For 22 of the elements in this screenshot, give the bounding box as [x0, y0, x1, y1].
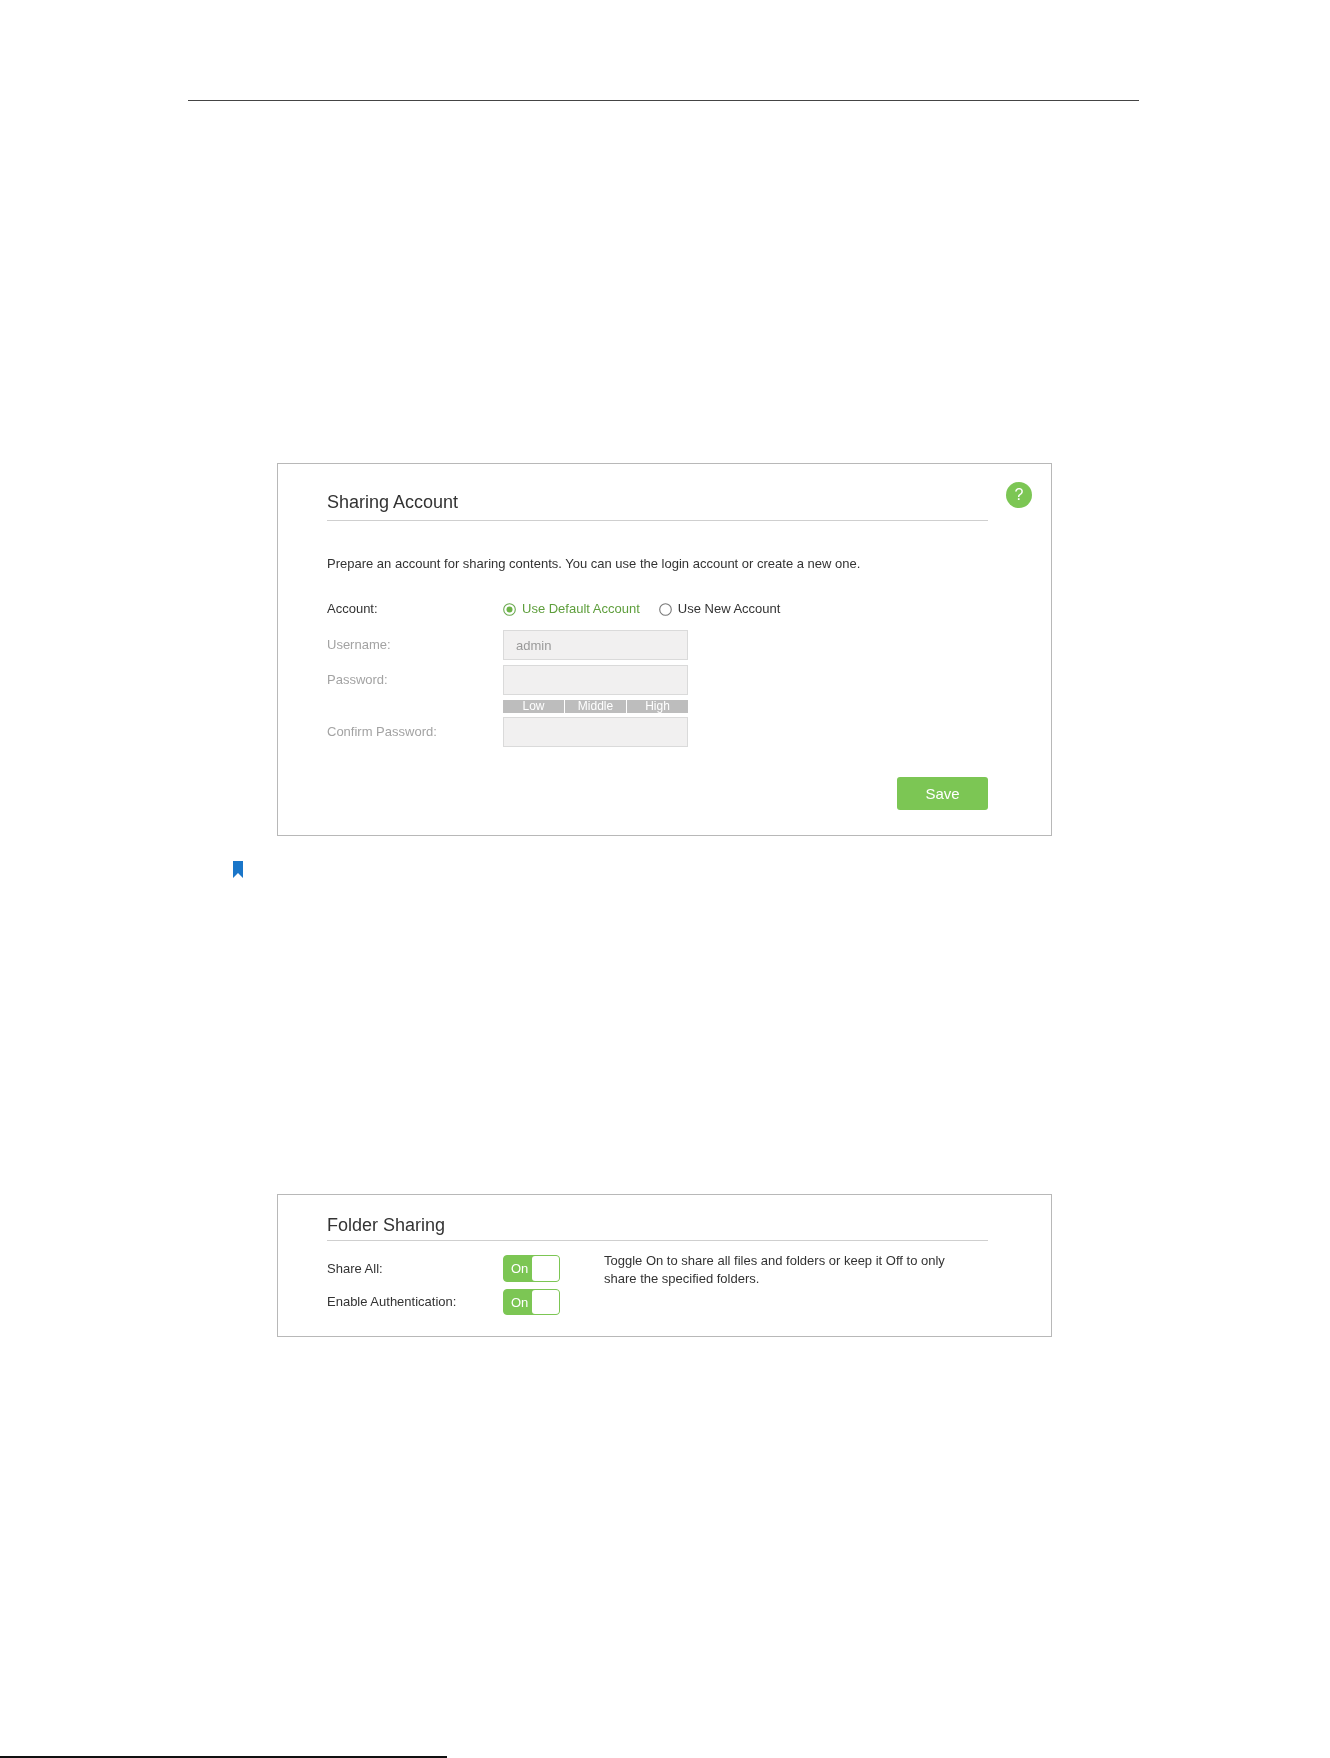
section-title: Sharing Account	[327, 492, 460, 512]
field-label: Username:	[327, 636, 392, 654]
field-label: Password:	[327, 671, 389, 689]
help-text: Toggle On to share all files and folders or keep it Off to only share the specified folders.	[604, 1252, 946, 1288]
toggle-switch[interactable]: On	[503, 1289, 560, 1315]
field-label: Confirm Password:	[327, 723, 438, 741]
strength-segment: Low	[503, 700, 564, 713]
toggle-switch[interactable]: On	[503, 1255, 560, 1282]
radio-label[interactable]: Use Default Account	[522, 600, 640, 618]
description-text: Prepare an account for sharing contents. You can use the login account or create a new one.	[327, 555, 861, 573]
save-button[interactable]: Save	[897, 777, 988, 810]
field-label: Account:	[327, 600, 379, 618]
strength-segment: Middle	[565, 700, 626, 713]
field-label: Enable Authentication:	[327, 1293, 458, 1311]
radio-button[interactable]	[658, 602, 672, 616]
section-title: Folder Sharing	[327, 1215, 447, 1235]
bookmark-icon	[233, 861, 243, 878]
help-button[interactable]: ?	[1006, 482, 1032, 508]
strength-segment: High	[627, 700, 688, 713]
radio-button[interactable]	[503, 602, 516, 616]
field-label: Share All:	[327, 1259, 384, 1278]
radio-label[interactable]: Use New Account	[677, 600, 781, 618]
